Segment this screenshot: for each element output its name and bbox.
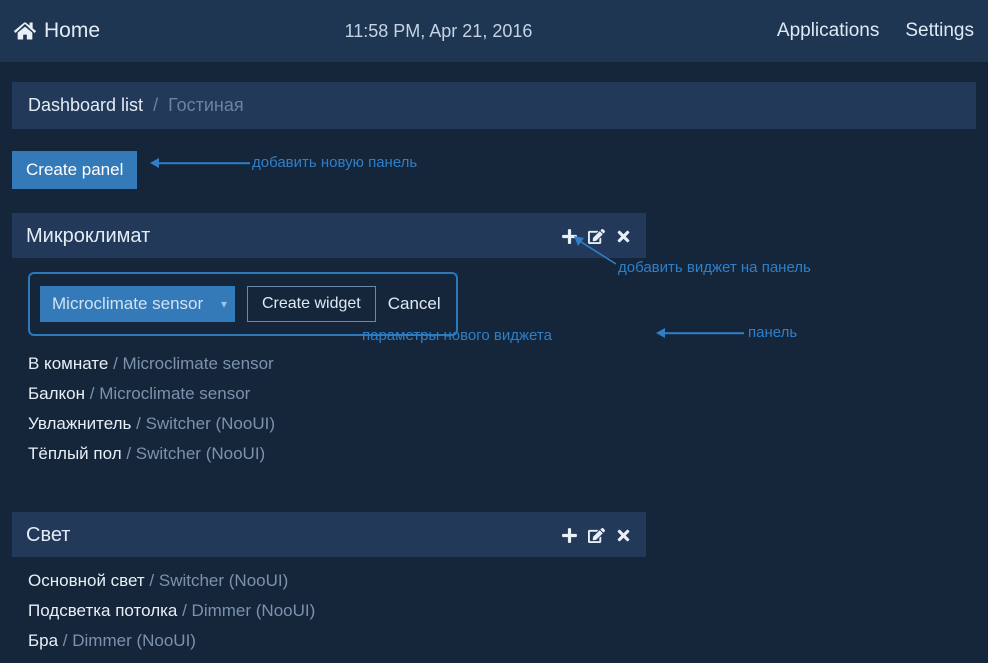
breadcrumb-root[interactable]: Dashboard list [28, 95, 143, 116]
brand-label: Home [44, 19, 100, 43]
panel-title: Свет [26, 524, 561, 547]
list-item[interactable]: Увлажнитель / Switcher (NooUI) [28, 414, 630, 434]
brand[interactable]: Home [14, 19, 100, 43]
annotation-add-widget: добавить виджет на панель [618, 259, 811, 276]
new-widget-form: Microclimate sensor Create widget Cancel [28, 272, 458, 336]
edit-icon[interactable] [588, 527, 605, 544]
panel-title: Микроклимат [26, 225, 561, 248]
widget-list: Основной свет / Switcher (NooUI) Подсвет… [28, 571, 630, 663]
create-widget-button[interactable]: Create widget [247, 286, 376, 322]
edit-icon[interactable] [588, 228, 605, 245]
panel-light: Свет Основной свет / Switcher (NooUI) По… [12, 512, 646, 663]
panel-microclimate: Микроклимат Microclimate sensor Create w… [12, 213, 646, 488]
cancel-button[interactable]: Cancel [388, 294, 441, 314]
top-nav: Home 11:58 PM, Apr 21, 2016 Applications… [0, 0, 988, 62]
breadcrumb-sep: / [153, 95, 158, 116]
breadcrumb-current: Гостиная [168, 95, 244, 116]
create-panel-button[interactable]: Create panel [12, 151, 137, 189]
nav-settings[interactable]: Settings [905, 20, 974, 42]
list-item[interactable]: Подсветка потолка / Dimmer (NooUI) [28, 601, 630, 621]
close-icon[interactable] [615, 228, 632, 245]
list-item[interactable]: Тёплый пол / Switcher (NooUI) [28, 444, 630, 464]
panel-header: Свет [12, 512, 646, 557]
annotation-panel: панель [748, 324, 797, 341]
home-icon [14, 20, 36, 42]
list-item[interactable]: Основной свет / Switcher (NooUI) [28, 571, 630, 591]
plus-icon[interactable] [561, 228, 578, 245]
widget-list: В комнате / Microclimate sensor Балкон /… [28, 354, 630, 464]
close-icon[interactable] [615, 527, 632, 544]
clock: 11:58 PM, Apr 21, 2016 [100, 21, 777, 42]
panel-header: Микроклимат [12, 213, 646, 258]
plus-icon[interactable] [561, 527, 578, 544]
nav-applications[interactable]: Applications [777, 20, 879, 42]
list-item[interactable]: В комнате / Microclimate sensor [28, 354, 630, 374]
breadcrumb: Dashboard list / Гостиная [12, 82, 976, 129]
widget-type-selected: Microclimate sensor [52, 294, 203, 313]
list-item[interactable]: Бра / Dimmer (NooUI) [28, 631, 630, 651]
list-item[interactable]: Балкон / Microclimate sensor [28, 384, 630, 404]
widget-type-select[interactable]: Microclimate sensor [40, 286, 235, 322]
